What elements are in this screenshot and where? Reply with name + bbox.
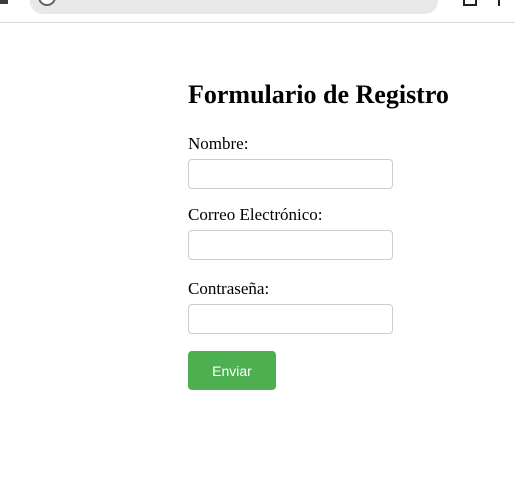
- registration-form: Formulario de Registro Nombre: Correo El…: [188, 80, 488, 390]
- password-field-group: Contraseña:: [188, 279, 488, 334]
- password-input[interactable]: [188, 304, 393, 334]
- menu-icon[interactable]: [498, 0, 500, 6]
- name-input[interactable]: [188, 159, 393, 189]
- name-label: Nombre:: [188, 134, 249, 153]
- tab-icon[interactable]: [463, 0, 477, 6]
- address-bar[interactable]: ☆: [30, 0, 438, 14]
- submit-button[interactable]: Enviar: [188, 351, 276, 390]
- email-field-group: Correo Electrónico:: [188, 205, 488, 260]
- name-field-group: Nombre:: [188, 134, 488, 189]
- email-label: Correo Electrónico:: [188, 205, 323, 224]
- password-label: Contraseña:: [188, 279, 270, 298]
- form-title: Formulario de Registro: [188, 80, 449, 109]
- browser-toolbar: ☆: [0, 0, 515, 23]
- back-arrow-icon[interactable]: [0, 0, 8, 4]
- site-info-icon[interactable]: [38, 0, 56, 6]
- email-input[interactable]: [188, 230, 393, 260]
